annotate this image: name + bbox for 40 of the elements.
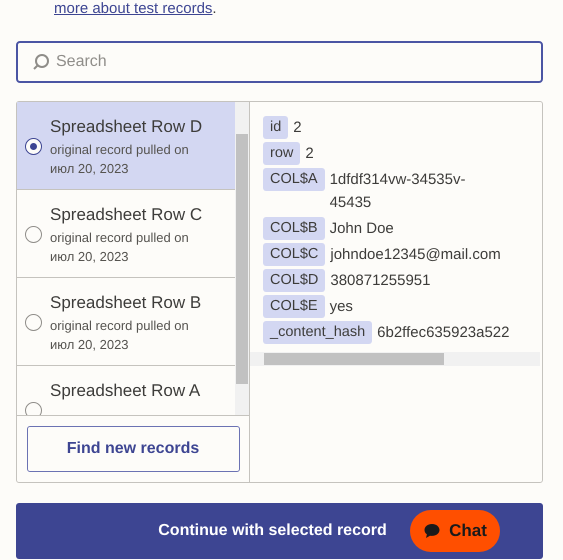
intro-text: .	[212, 0, 217, 17]
record-date: июл 20, 2023	[50, 248, 130, 266]
field-key: id	[263, 116, 288, 139]
search-field[interactable]: Search	[16, 41, 543, 83]
record-title: Spreadsheet Row C	[50, 204, 202, 226]
speech-bubble-icon	[423, 522, 442, 540]
field-key: _content_hash	[263, 321, 372, 344]
record-subtitle: original record pulled on	[50, 317, 190, 335]
record-date: июл 20, 2023	[50, 336, 130, 354]
field-key: COL$E	[263, 295, 325, 318]
radio-button[interactable]	[25, 226, 42, 243]
field-value: 380871255951	[330, 271, 430, 291]
chat-button[interactable]: Chat	[410, 510, 500, 552]
record-item[interactable]: Spreadsheet Row D original record pulled on июл 20, 2023	[17, 102, 235, 190]
vertical-scrollbar[interactable]	[235, 102, 249, 415]
field-value: 1dfdf314vw-34535v-45435	[330, 170, 466, 213]
field-value: johndoe12345@mail.com	[330, 245, 501, 265]
field-key: COL$B	[263, 217, 325, 240]
field-value: 2	[293, 118, 302, 138]
record-subtitle: original record pulled on	[50, 229, 190, 247]
record-date: июл 20, 2023	[50, 160, 130, 178]
field-key: COL$D	[263, 269, 326, 292]
field-value: John Doe	[330, 219, 394, 239]
record-title: Spreadsheet Row D	[50, 116, 202, 138]
field-key: row	[263, 142, 300, 165]
field-value: 6b2ffec635923a522	[377, 323, 510, 343]
record-title: Spreadsheet Row B	[50, 292, 202, 314]
radio-button[interactable]	[25, 138, 42, 155]
search-icon	[31, 52, 51, 72]
field-value: yes	[330, 297, 353, 317]
field-key: COL$C	[263, 243, 326, 266]
record-subtitle: original record pulled on	[50, 141, 190, 159]
radio-button[interactable]	[25, 402, 42, 415]
radio-button[interactable]	[25, 314, 42, 331]
horizontal-scrollbar[interactable]	[250, 352, 540, 366]
field-key: COL$A	[263, 168, 325, 191]
record-title: Spreadsheet Row A	[50, 380, 200, 402]
find-records-button[interactable]: Find new records	[26, 426, 240, 472]
test-records-link[interactable]: more about test records	[54, 0, 212, 17]
field-value: 2	[305, 144, 314, 164]
